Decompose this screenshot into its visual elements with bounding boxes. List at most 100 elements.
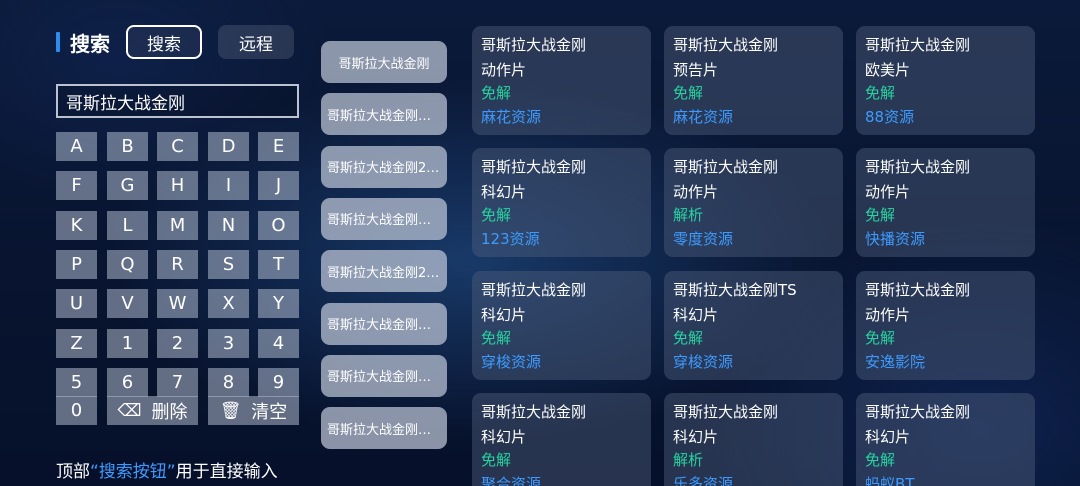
result-card[interactable]: 哥斯拉大战金刚 动作片 免解 快播资源 (856, 148, 1035, 257)
key-2[interactable]: 2 (157, 328, 198, 358)
key-d[interactable]: D (208, 132, 249, 161)
key-u[interactable]: U (56, 289, 97, 319)
suggestion-label: 哥斯拉大战金刚电... (327, 422, 441, 438)
result-parse-type: 解析 (673, 206, 704, 224)
key-l[interactable]: L (107, 210, 148, 240)
result-category: 科幻片 (481, 306, 527, 324)
result-source: 零度资源 (673, 230, 734, 248)
result-card[interactable]: 哥斯拉大战金刚 科幻片 免解 123资源 (472, 148, 651, 257)
result-parse-type: 解析 (673, 451, 704, 469)
page-title: 搜索 (70, 31, 110, 56)
suggestion-label: 哥斯拉大战金刚普... (327, 370, 441, 386)
trash-icon: 🗑 (219, 400, 242, 421)
suggestion-label: 哥斯拉大战金刚20... (327, 161, 441, 177)
result-parse-type: 免解 (481, 329, 512, 347)
result-source: 乐多资源 (673, 475, 734, 486)
result-category: 科幻片 (481, 428, 527, 446)
clear-key[interactable]: 🗑 清空 (208, 396, 299, 425)
key-4[interactable]: 4 (258, 328, 299, 358)
result-category: 科幻片 (865, 428, 911, 446)
key-z[interactable]: Z (56, 328, 97, 358)
search-mode-button[interactable]: 搜索 (126, 25, 202, 59)
key-x[interactable]: X (208, 289, 249, 319)
result-card[interactable]: 哥斯拉大战金刚 科幻片 免解 穿梭资源 (472, 271, 651, 380)
key-f[interactable]: F (56, 171, 97, 201)
key-p[interactable]: P (56, 249, 97, 279)
key-k[interactable]: K (56, 210, 97, 240)
result-card[interactable]: 哥斯拉大战金刚 科幻片 免解 聚合资源 (472, 393, 651, 486)
key-7[interactable]: 7 (157, 367, 198, 397)
key-y[interactable]: Y (258, 289, 299, 319)
key-3[interactable]: 3 (208, 328, 249, 358)
search-header: 搜索 搜索 远程 (56, 25, 294, 59)
key-c[interactable]: C (157, 132, 198, 161)
result-card[interactable]: 哥斯拉大战金刚 动作片 免解 麻花资源 (472, 26, 651, 135)
key-n[interactable]: N (208, 210, 249, 240)
suggestion-item[interactable]: 哥斯拉大战金刚电... (321, 407, 447, 450)
result-category: 欧美片 (865, 61, 911, 79)
suggestion-label: 哥斯拉大战金刚 (338, 56, 430, 72)
suggestion-item[interactable]: 哥斯拉大战金刚全... (321, 302, 447, 345)
key-0[interactable]: 0 (56, 396, 97, 425)
key-w[interactable]: W (157, 289, 198, 319)
key-5[interactable]: 5 (56, 367, 97, 397)
result-title: 哥斯拉大战金刚 (865, 158, 971, 176)
result-source: 蚂蚁BT (865, 475, 915, 486)
key-b[interactable]: B (107, 132, 148, 161)
key-e[interactable]: E (258, 132, 299, 161)
suggestion-item[interactable]: 哥斯拉大战金刚机... (321, 197, 447, 240)
key-j[interactable]: J (258, 171, 299, 201)
key-m[interactable]: M (157, 210, 198, 240)
key-h[interactable]: H (157, 171, 198, 201)
suggestion-item[interactable]: 哥斯拉大战金刚20... (321, 145, 447, 188)
result-title: 哥斯拉大战金刚 (481, 403, 587, 421)
hint-highlight: “搜索按钮” (90, 462, 176, 482)
remote-mode-button[interactable]: 远程 (218, 25, 294, 59)
key-o[interactable]: O (258, 210, 299, 240)
result-card[interactable]: 哥斯拉大战金刚 欧美片 免解 88资源 (856, 26, 1035, 135)
result-source: 123资源 (481, 230, 540, 248)
result-title: 哥斯拉大战金刚 (481, 158, 587, 176)
suggestion-label: 哥斯拉大战金刚全... (327, 318, 441, 333)
result-card[interactable]: 哥斯拉大战金刚 科幻片 免解 蚂蚁BT (856, 393, 1035, 486)
result-source: 麻花资源 (481, 108, 542, 126)
result-title: 哥斯拉大战金刚 (481, 36, 587, 54)
suggestion-item[interactable]: 哥斯拉大战金刚 (321, 41, 447, 83)
key-g[interactable]: G (107, 171, 148, 201)
result-card[interactable]: 哥斯拉大战金刚 科幻片 解析 乐多资源 (664, 393, 843, 486)
key-1[interactable]: 1 (107, 328, 148, 358)
key-v[interactable]: V (107, 289, 148, 319)
result-parse-type: 免解 (673, 329, 704, 347)
result-source: 穿梭资源 (673, 353, 734, 371)
result-title: 哥斯拉大战金刚 (865, 281, 971, 299)
hint-prefix: 顶部 (56, 462, 90, 482)
result-category: 科幻片 (481, 183, 527, 201)
clear-key-label: 清空 (251, 401, 288, 423)
delete-key[interactable]: ⌫ 删除 (107, 396, 198, 425)
result-category: 科幻片 (673, 428, 719, 446)
key-6[interactable]: 6 (107, 367, 148, 397)
key-q[interactable]: Q (107, 249, 148, 279)
result-source: 穿梭资源 (481, 353, 542, 371)
result-card[interactable]: 哥斯拉大战金刚TS 科幻片 免解 穿梭资源 (664, 271, 843, 380)
suggestion-item[interactable]: 哥斯拉大战金刚普... (321, 354, 447, 397)
key-9[interactable]: 9 (258, 367, 299, 397)
key-s[interactable]: S (208, 249, 249, 279)
key-a[interactable]: A (56, 132, 97, 161)
result-source: 88资源 (865, 108, 915, 126)
suggestion-item[interactable]: 哥斯拉大战金刚20... (321, 250, 447, 293)
search-input[interactable] (56, 84, 299, 118)
result-card[interactable]: 哥斯拉大战金刚 动作片 免解 安逸影院 (856, 271, 1035, 380)
result-card[interactable]: 哥斯拉大战金刚 预告片 免解 麻花资源 (664, 26, 843, 135)
key-8[interactable]: 8 (208, 367, 249, 397)
key-r[interactable]: R (157, 249, 198, 279)
key-i[interactable]: I (208, 171, 249, 201)
result-parse-type: 免解 (865, 451, 896, 469)
key-t[interactable]: T (258, 249, 299, 279)
result-category: 动作片 (481, 61, 527, 79)
result-parse-type: 免解 (481, 451, 512, 469)
suggestion-item[interactable]: 哥斯拉大战金刚普... (321, 93, 447, 136)
result-category: 科幻片 (673, 306, 719, 324)
result-card[interactable]: 哥斯拉大战金刚 动作片 解析 零度资源 (664, 148, 843, 257)
result-category: 预告片 (673, 61, 719, 79)
